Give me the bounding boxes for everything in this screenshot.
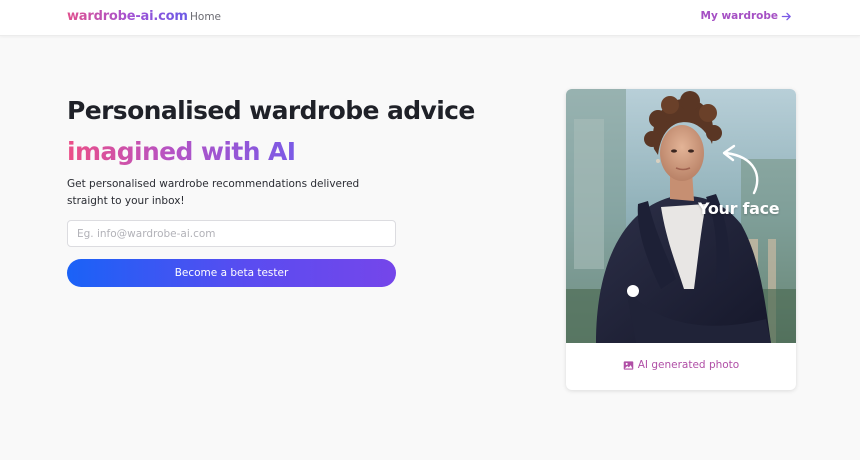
- image-icon: [623, 360, 634, 370]
- ai-photo-card: Your face AI generated photo: [566, 89, 796, 390]
- arrow-right-icon: [781, 12, 791, 20]
- email-input[interactable]: [67, 220, 396, 247]
- my-wardrobe-link[interactable]: My wardrobe: [701, 10, 792, 22]
- your-face-label: Your face: [698, 199, 780, 218]
- hero-subtitle: Get personalised wardrobe recommendation…: [67, 178, 360, 207]
- my-wardrobe-label: My wardrobe: [700, 10, 778, 22]
- photo-caption-text: AI generated photo: [637, 359, 740, 371]
- nav-home-link[interactable]: Home: [190, 11, 221, 23]
- top-nav: wardrobe-ai.com Home My wardrobe: [0, 0, 860, 36]
- brand-logo[interactable]: wardrobe-ai.com: [67, 9, 188, 24]
- hero-headline: Personalised wardrobe advice: [67, 96, 475, 125]
- photo-caption: AI generated photo: [566, 359, 796, 371]
- beta-tester-button[interactable]: Become a beta tester: [67, 259, 396, 287]
- hero-highlight: imagined with AI: [67, 137, 296, 166]
